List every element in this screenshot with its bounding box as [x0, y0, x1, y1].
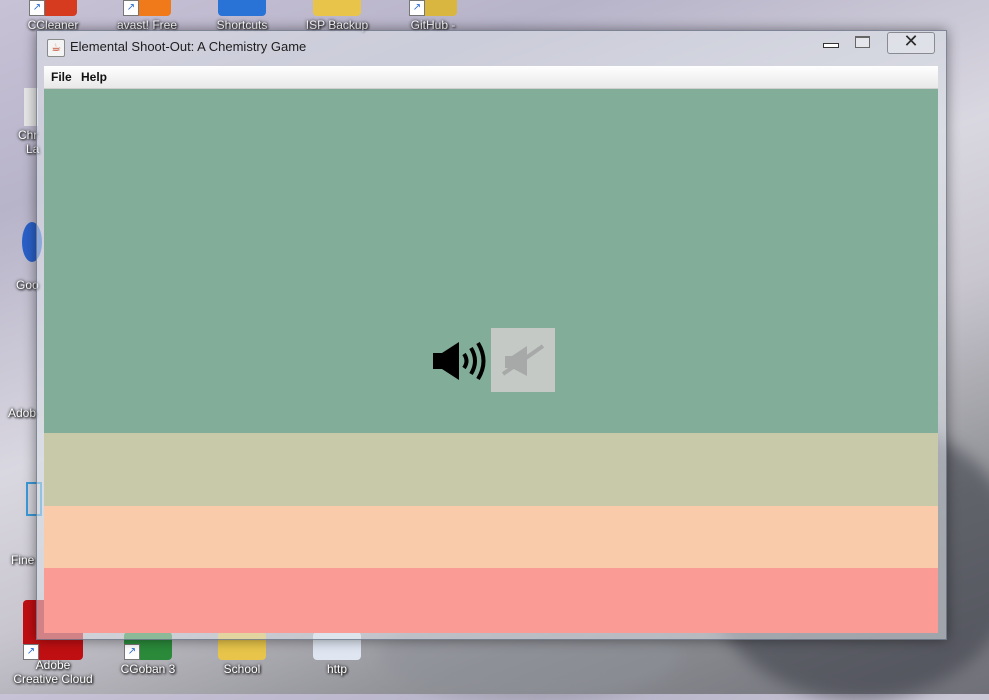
folder-icon: [313, 0, 361, 16]
desktop-icon-label: CGoban 3: [120, 662, 176, 676]
speaker-muted-icon: [501, 344, 545, 376]
maximize-button[interactable]: [848, 32, 876, 52]
title-bar[interactable]: ☕ Elemental Shoot-Out: A Chemistry Game …: [37, 31, 946, 65]
menu-help[interactable]: Help: [81, 70, 107, 84]
app-window: ☕ Elemental Shoot-Out: A Chemistry Game …: [36, 30, 947, 640]
shortcuts-icon: [218, 0, 266, 16]
sound-on-button[interactable]: [433, 340, 491, 384]
desktop-icon-label: http: [326, 662, 347, 676]
close-button[interactable]: ✕: [887, 32, 935, 54]
desktop-icon-shortcuts[interactable]: Shortcuts: [202, 0, 282, 32]
desktop-icon-label: School: [223, 662, 261, 676]
minimize-button[interactable]: [818, 32, 844, 52]
desktop-icon-isp-backup[interactable]: ISP Backup: [297, 0, 377, 32]
game-canvas: [44, 89, 938, 633]
speaker-on-icon: [433, 341, 486, 381]
desktop-icon-ccleaner[interactable]: ↗ CCleaner: [13, 0, 93, 32]
window-title: Elemental Shoot-Out: A Chemistry Game: [70, 39, 307, 54]
band-peach: [44, 506, 938, 568]
folder-icon: ↗: [409, 0, 457, 16]
desktop-icon-github[interactable]: ↗ GitHub -: [393, 0, 473, 32]
menu-bar: File Help: [44, 66, 938, 89]
desktop-icon-label: Adobe Creative Cloud: [13, 658, 93, 686]
mute-button[interactable]: [491, 328, 555, 392]
band-khaki: [44, 433, 938, 506]
menu-file[interactable]: File: [51, 70, 72, 84]
desktop-icon-avast[interactable]: ↗ avast! Free: [107, 0, 187, 32]
ccleaner-icon: ↗: [29, 0, 77, 16]
java-cup-icon[interactable]: ☕: [47, 39, 65, 57]
avast-icon: ↗: [123, 0, 171, 16]
close-icon: ✕: [903, 31, 919, 52]
band-salmon: [44, 568, 938, 633]
